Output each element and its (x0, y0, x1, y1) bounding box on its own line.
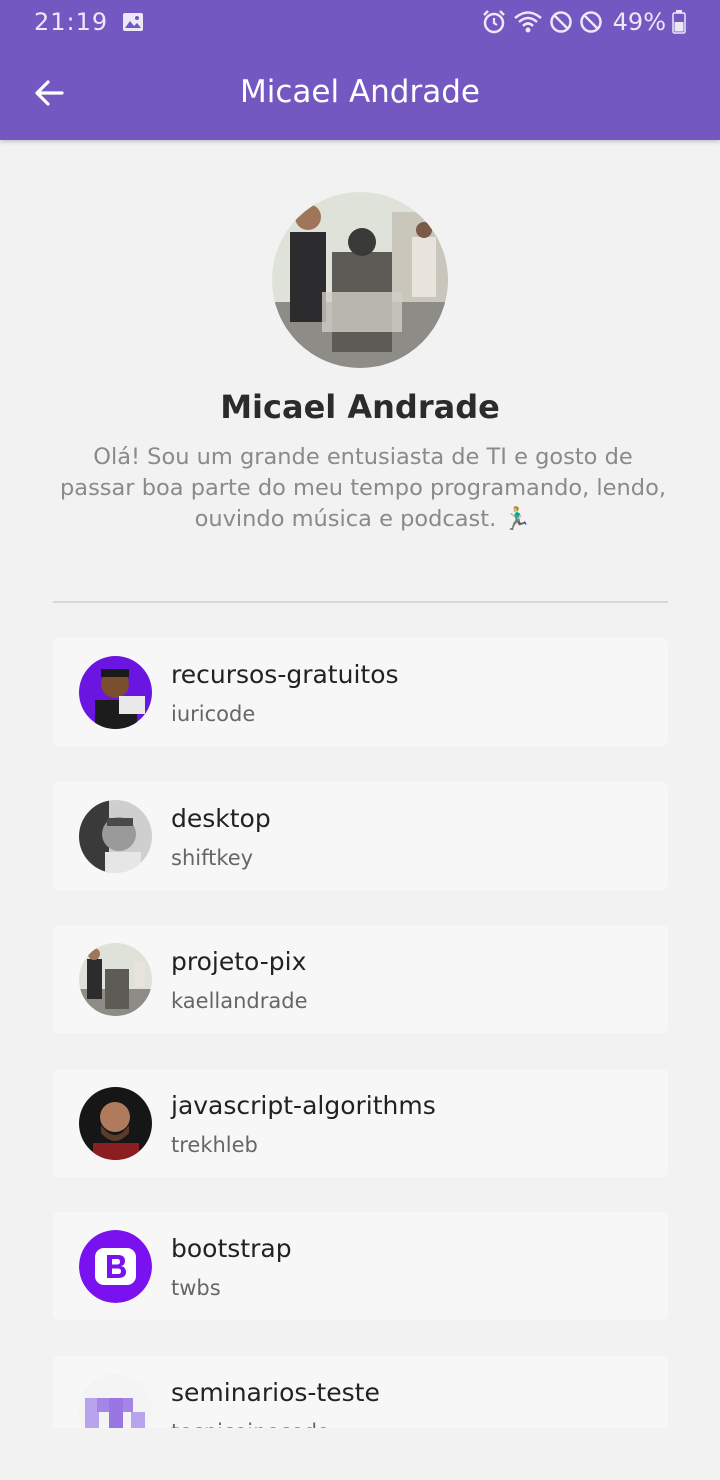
app-bar-title: Micael Andrade (240, 74, 480, 110)
battery-text: 49% (612, 8, 666, 36)
profile-content[interactable]: Micael Andrade Olá! Sou um grande entusi… (0, 140, 720, 1428)
repo-owner: twbs (171, 1276, 221, 1300)
repo-name: bootstrap (171, 1234, 292, 1263)
repo-name: desktop (171, 804, 271, 833)
bottom-navigation-gap (0, 1428, 720, 1480)
repo-owner: shiftkey (171, 846, 254, 870)
repo-card[interactable]: projeto-pix kaellandrade (53, 925, 668, 1033)
profile-bio: Olá! Sou um grande entusiasta de TI e go… (60, 444, 666, 532)
status-bar: 21:19 49% (0, 0, 720, 44)
block-icon (579, 10, 603, 34)
repo-card[interactable]: javascript-algorithms trekhleb (53, 1069, 668, 1177)
repo-owner: iuricode (171, 702, 256, 726)
profile-name: Micael Andrade (220, 388, 500, 426)
profile-avatar (272, 192, 448, 368)
wifi-icon (513, 10, 543, 34)
arrow-back-icon (35, 80, 64, 106)
repo-card[interactable]: seminarios-teste tecnicoinecodo (53, 1356, 668, 1428)
back-button[interactable] (30, 74, 68, 112)
repo-owner-avatar (79, 943, 152, 1016)
app-bar: Micael Andrade (0, 44, 720, 140)
repo-owner: kaellandrade (171, 989, 308, 1013)
battery-icon (672, 10, 686, 34)
status-time: 21:19 (34, 8, 109, 36)
repo-card[interactable]: bootstrap twbs (53, 1212, 668, 1320)
repo-card[interactable]: recursos-gratuitos iuricode (53, 638, 668, 746)
alarm-icon (481, 10, 507, 34)
repo-owner-avatar (79, 1087, 152, 1160)
image-icon (122, 12, 144, 32)
repo-name: javascript-algorithms (171, 1091, 436, 1120)
repo-owner-avatar (79, 800, 152, 873)
repo-owner-avatar (79, 1230, 152, 1303)
repo-name: seminarios-teste (171, 1378, 380, 1407)
bootstrap-logo-icon (79, 1230, 152, 1303)
repo-name: recursos-gratuitos (171, 660, 399, 689)
repo-name: projeto-pix (171, 947, 307, 976)
divider (53, 601, 668, 603)
repo-card[interactable]: desktop shiftkey (53, 782, 668, 890)
repo-owner-avatar (79, 656, 152, 729)
repo-owner: trekhleb (171, 1133, 258, 1157)
repo-owner: tecnicoinecodo (171, 1420, 330, 1428)
repo-owner-avatar (79, 1374, 152, 1428)
do-not-disturb-icon (549, 10, 573, 34)
